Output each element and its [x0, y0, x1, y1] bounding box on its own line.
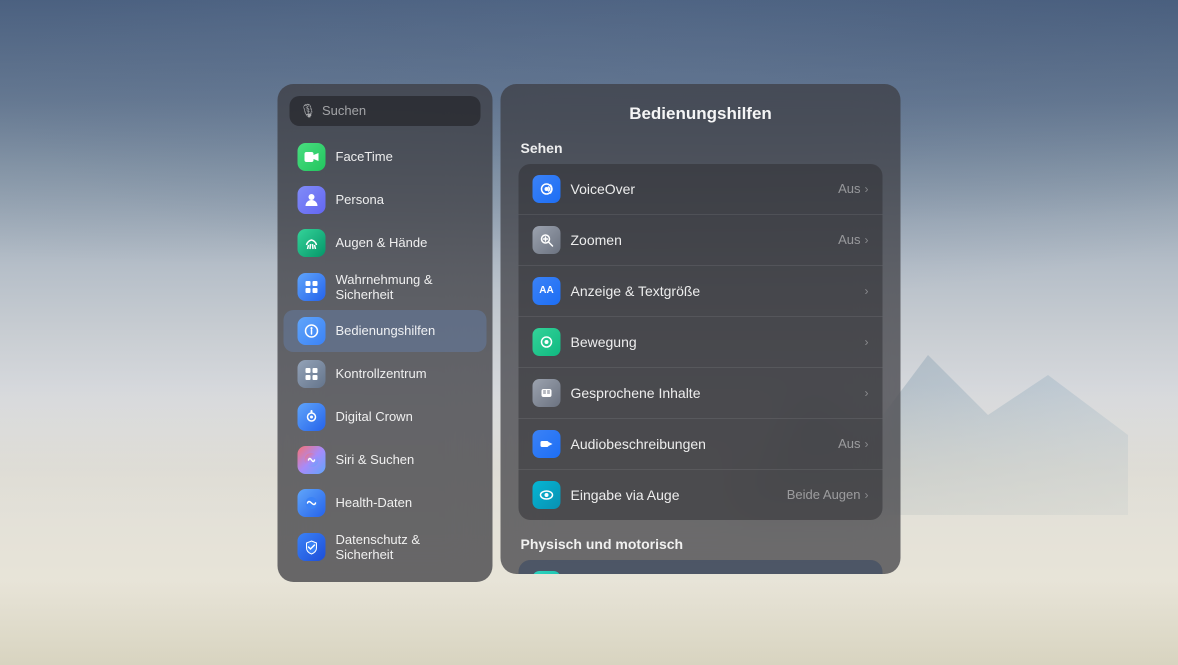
section-title-physisch: Physisch und motorisch	[519, 536, 883, 552]
gesprochene-chevron: ›	[865, 386, 869, 400]
sidebar-item-kontrollzentrum[interactable]: Kontrollzentrum	[284, 353, 487, 395]
search-input[interactable]	[322, 103, 470, 118]
page-title: Bedienungshilfen	[519, 104, 883, 124]
sidebar-item-label-digital-crown: Digital Crown	[336, 409, 413, 424]
ui-container: 🎙 FaceTime Persona	[278, 84, 901, 582]
sidebar-item-label-bedienungshilfen: Bedienungshilfen	[336, 323, 436, 338]
gesprochene-icon	[533, 379, 561, 407]
kontrollzentrum-icon	[298, 360, 326, 388]
voiceover-chevron: ›	[865, 182, 869, 196]
interaktion-icon	[533, 571, 561, 574]
health-icon	[298, 489, 326, 517]
audiobeschreibungen-chevron: ›	[865, 437, 869, 451]
sidebar-item-label-wahrnehmung: Wahrnehmung & Sicherheit	[336, 272, 473, 302]
main-content: Bedienungshilfen Sehen VoiceOver Aus ›	[501, 84, 901, 574]
audiobeschreibungen-value: Aus	[838, 436, 860, 451]
settings-row-voiceover[interactable]: VoiceOver Aus ›	[519, 164, 883, 215]
sidebar-item-siri[interactable]: Siri & Suchen	[284, 439, 487, 481]
bewegung-label: Bewegung	[571, 334, 865, 350]
audiobeschreibungen-label: Audiobeschreibungen	[571, 436, 839, 452]
sidebar-item-augen-haende[interactable]: Augen & Hände	[284, 222, 487, 264]
voiceover-value: Aus	[838, 181, 860, 196]
settings-row-zoomen[interactable]: Zoomen Aus ›	[519, 215, 883, 266]
wahrnehmung-icon	[298, 273, 326, 301]
sidebar-item-wahrnehmung[interactable]: Wahrnehmung & Sicherheit	[284, 265, 487, 309]
settings-row-anzeige[interactable]: AA Anzeige & Textgröße ›	[519, 266, 883, 317]
eingabe-auge-value: Beide Augen	[787, 487, 861, 502]
audiobeschreibungen-icon	[533, 430, 561, 458]
sidebar-item-label-persona: Persona	[336, 192, 384, 207]
eingabe-auge-icon	[533, 481, 561, 509]
sidebar-item-digital-crown[interactable]: Digital Crown	[284, 396, 487, 438]
zoomen-value: Aus	[838, 232, 860, 247]
section-title-sehen: Sehen	[519, 140, 883, 156]
eingabe-auge-chevron: ›	[865, 488, 869, 502]
eingabe-auge-label: Eingabe via Auge	[571, 487, 787, 503]
siri-icon	[298, 446, 326, 474]
sidebar-item-label-health: Health-Daten	[336, 495, 413, 510]
sidebar-item-label-datenschutz: Datenschutz & Sicherheit	[336, 532, 473, 562]
sidebar-item-facetime[interactable]: FaceTime	[284, 136, 487, 178]
settings-row-gesprochene[interactable]: Gesprochene Inhalte ›	[519, 368, 883, 419]
settings-row-audiobeschreibungen[interactable]: Audiobeschreibungen Aus ›	[519, 419, 883, 470]
sidebar-item-health[interactable]: Health-Daten	[284, 482, 487, 524]
digital-crown-icon	[298, 403, 326, 431]
settings-row-bewegung[interactable]: Bewegung ›	[519, 317, 883, 368]
augen-haende-icon	[298, 229, 326, 257]
anzeige-icon: AA	[533, 277, 561, 305]
search-bar[interactable]: 🎙	[290, 96, 481, 126]
sidebar-item-label-augen: Augen & Hände	[336, 235, 428, 250]
sidebar-item-bedienungshilfen[interactable]: Bedienungshilfen	[284, 310, 487, 352]
sidebar-item-label-siri: Siri & Suchen	[336, 452, 415, 467]
sidebar-item-label-facetime: FaceTime	[336, 149, 393, 164]
persona-icon	[298, 186, 326, 214]
facetime-icon	[298, 143, 326, 171]
zoomen-icon	[533, 226, 561, 254]
sidebar: 🎙 FaceTime Persona	[278, 84, 493, 582]
gesprochene-label: Gesprochene Inhalte	[571, 385, 865, 401]
sidebar-item-persona[interactable]: Persona	[284, 179, 487, 221]
settings-row-interaktion[interactable]: Interaktion ›	[519, 560, 883, 574]
sidebar-item-label-kontrollzentrum: Kontrollzentrum	[336, 366, 427, 381]
bedienungshilfen-icon	[298, 317, 326, 345]
settings-row-eingabe-auge[interactable]: Eingabe via Auge Beide Augen ›	[519, 470, 883, 520]
anzeige-chevron: ›	[865, 284, 869, 298]
settings-group-physisch: Interaktion › Schaltersteuerung Aus ›	[519, 560, 883, 574]
bewegung-chevron: ›	[865, 335, 869, 349]
anzeige-label: Anzeige & Textgröße	[571, 283, 865, 299]
voiceover-icon	[533, 175, 561, 203]
voiceover-label: VoiceOver	[571, 181, 839, 197]
mic-icon: 🎙	[300, 103, 317, 119]
zoomen-chevron: ›	[865, 233, 869, 247]
sidebar-item-datenschutz[interactable]: Datenschutz & Sicherheit	[284, 525, 487, 569]
datenschutz-icon	[298, 533, 326, 561]
zoomen-label: Zoomen	[571, 232, 839, 248]
settings-group-sehen: VoiceOver Aus › Zoomen Aus › A	[519, 164, 883, 520]
bewegung-icon	[533, 328, 561, 356]
